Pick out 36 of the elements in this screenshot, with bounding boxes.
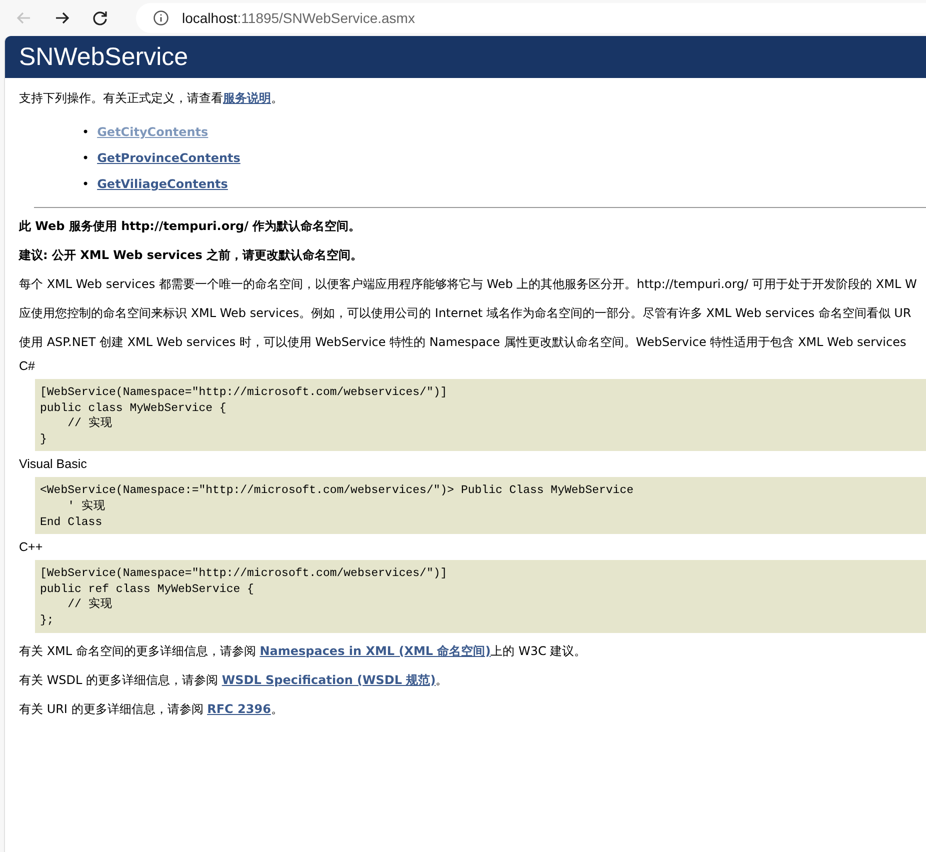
reference-text: 有关 URI 的更多详细信息，请参阅 RFC 2396。	[19, 700, 284, 718]
bullet-text: •	[82, 151, 90, 165]
code-line: ' 实现	[66, 498, 106, 515]
code-line: // 实现	[66, 597, 114, 613]
code-line: }	[40, 432, 48, 448]
code-line: // 实现	[66, 416, 114, 432]
code-line: [WebService(Namespace="http://microsoft.com/webservices/")]	[40, 385, 448, 401]
intro-text: 支持下列操作。有关正式定义，请查看服务说明。	[19, 90, 284, 107]
page-title: SNWebService	[19, 42, 188, 72]
info-text: 使用 ASP.NET 创建 XML Web services 时，可以使用 WebService 特性的 Namespace 属性更改默认命名空间。WebService 特性适用于包含 XML Web services	[19, 334, 908, 351]
code-line: End Class	[40, 514, 104, 530]
language-label: Visual Basic	[19, 457, 88, 472]
link[interactable]: Namespaces in XML (XML 命名空间)	[260, 644, 491, 658]
operation-link[interactable]: GetProvinceContents	[97, 145, 240, 171]
operation-link[interactable]: GetViliageContents	[97, 171, 228, 197]
address-bar[interactable]: localhost:11895/SNWebService.asmx	[136, 3, 926, 33]
url-text[interactable]: localhost:11895/SNWebService.asmx	[182, 10, 415, 26]
notice-text: 此 Web 服务使用 http://tempuri.org/ 作为默认命名空间。	[19, 218, 362, 235]
reference-text: 有关 XML 命名空间的更多详细信息，请参阅 Namespaces in XML (XML 命名空间)上的 W3C 建议。	[19, 642, 588, 660]
code-line: public class MyWebService {	[40, 400, 228, 416]
code-line: <WebService(Namespace:="http://microsoft.com/webservices/")> Public Class MyWebService	[40, 483, 634, 499]
link[interactable]: RFC 2396	[207, 702, 271, 716]
code-line: [WebService(Namespace="http://microsoft.com/webservices/")]	[40, 566, 448, 582]
language-label: C++	[19, 540, 44, 554]
info-text: 应使用您控制的命名空间来标识 XML Web services。例如，可以使用公司的 Internet 域名作为命名空间的一部分。尽管有许多 XML Web services 命名空间看似 UR	[19, 305, 912, 322]
bullet-text: •	[82, 125, 90, 139]
link[interactable]: 服务说明	[223, 91, 271, 105]
notice-text: 建议: 公开 XML Web services 之前，请更改默认命名空间。	[19, 247, 364, 264]
link[interactable]: WSDL Specification (WSDL 规范)	[222, 672, 436, 687]
info-icon[interactable]	[152, 9, 170, 27]
language-label: C#	[19, 359, 36, 373]
info-text: 每个 XML Web services 都需要一个唯一的命名空间，以便客户端应用程序能够将它与 Web 上的其他服务区分开。http://tempuri.org/ 可用于处于开发阶段的 XML W	[19, 276, 918, 293]
code-line: public ref class MyWebService {	[40, 582, 255, 597]
reference-text: 有关 WSDL 的更多详细信息，请参阅 WSDL Specification (WSDL 规范)。	[19, 672, 449, 689]
bullet-text: •	[82, 177, 90, 191]
code-line: };	[40, 612, 55, 629]
